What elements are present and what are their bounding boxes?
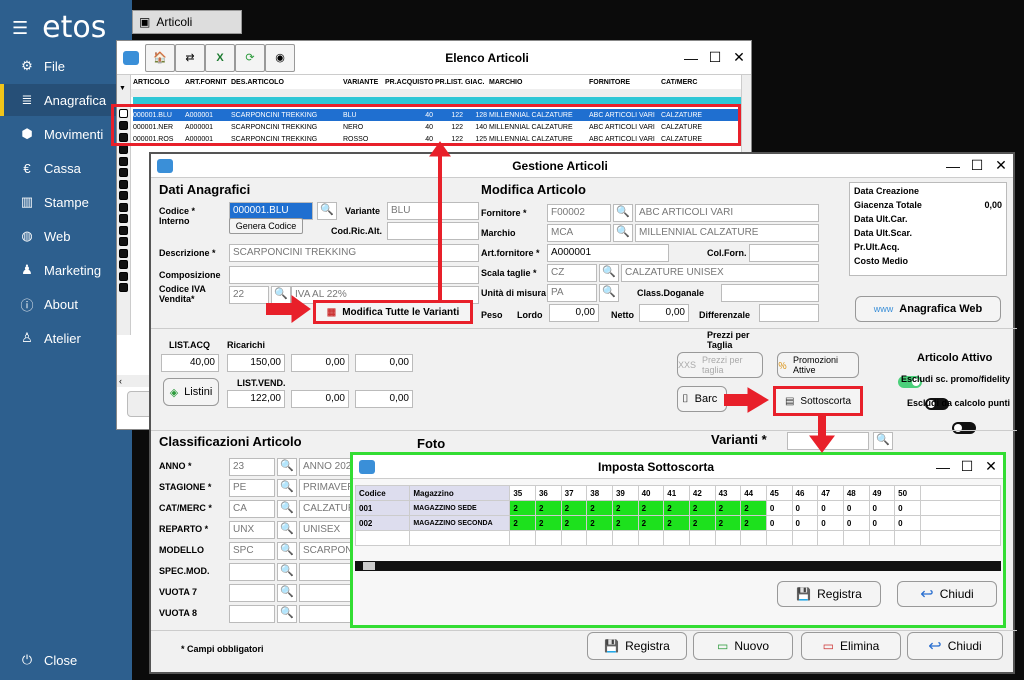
down-arrow-head <box>809 435 835 453</box>
right-arrow-1-head <box>291 295 311 323</box>
right-arrow-1-shaft <box>266 303 294 315</box>
right-arrow-2-head <box>747 387 769 413</box>
right-arrow-2-shaft <box>724 394 750 406</box>
down-arrow-shaft <box>818 416 826 438</box>
up-arrow-head <box>429 141 451 157</box>
annotation-arrows <box>266 141 835 453</box>
